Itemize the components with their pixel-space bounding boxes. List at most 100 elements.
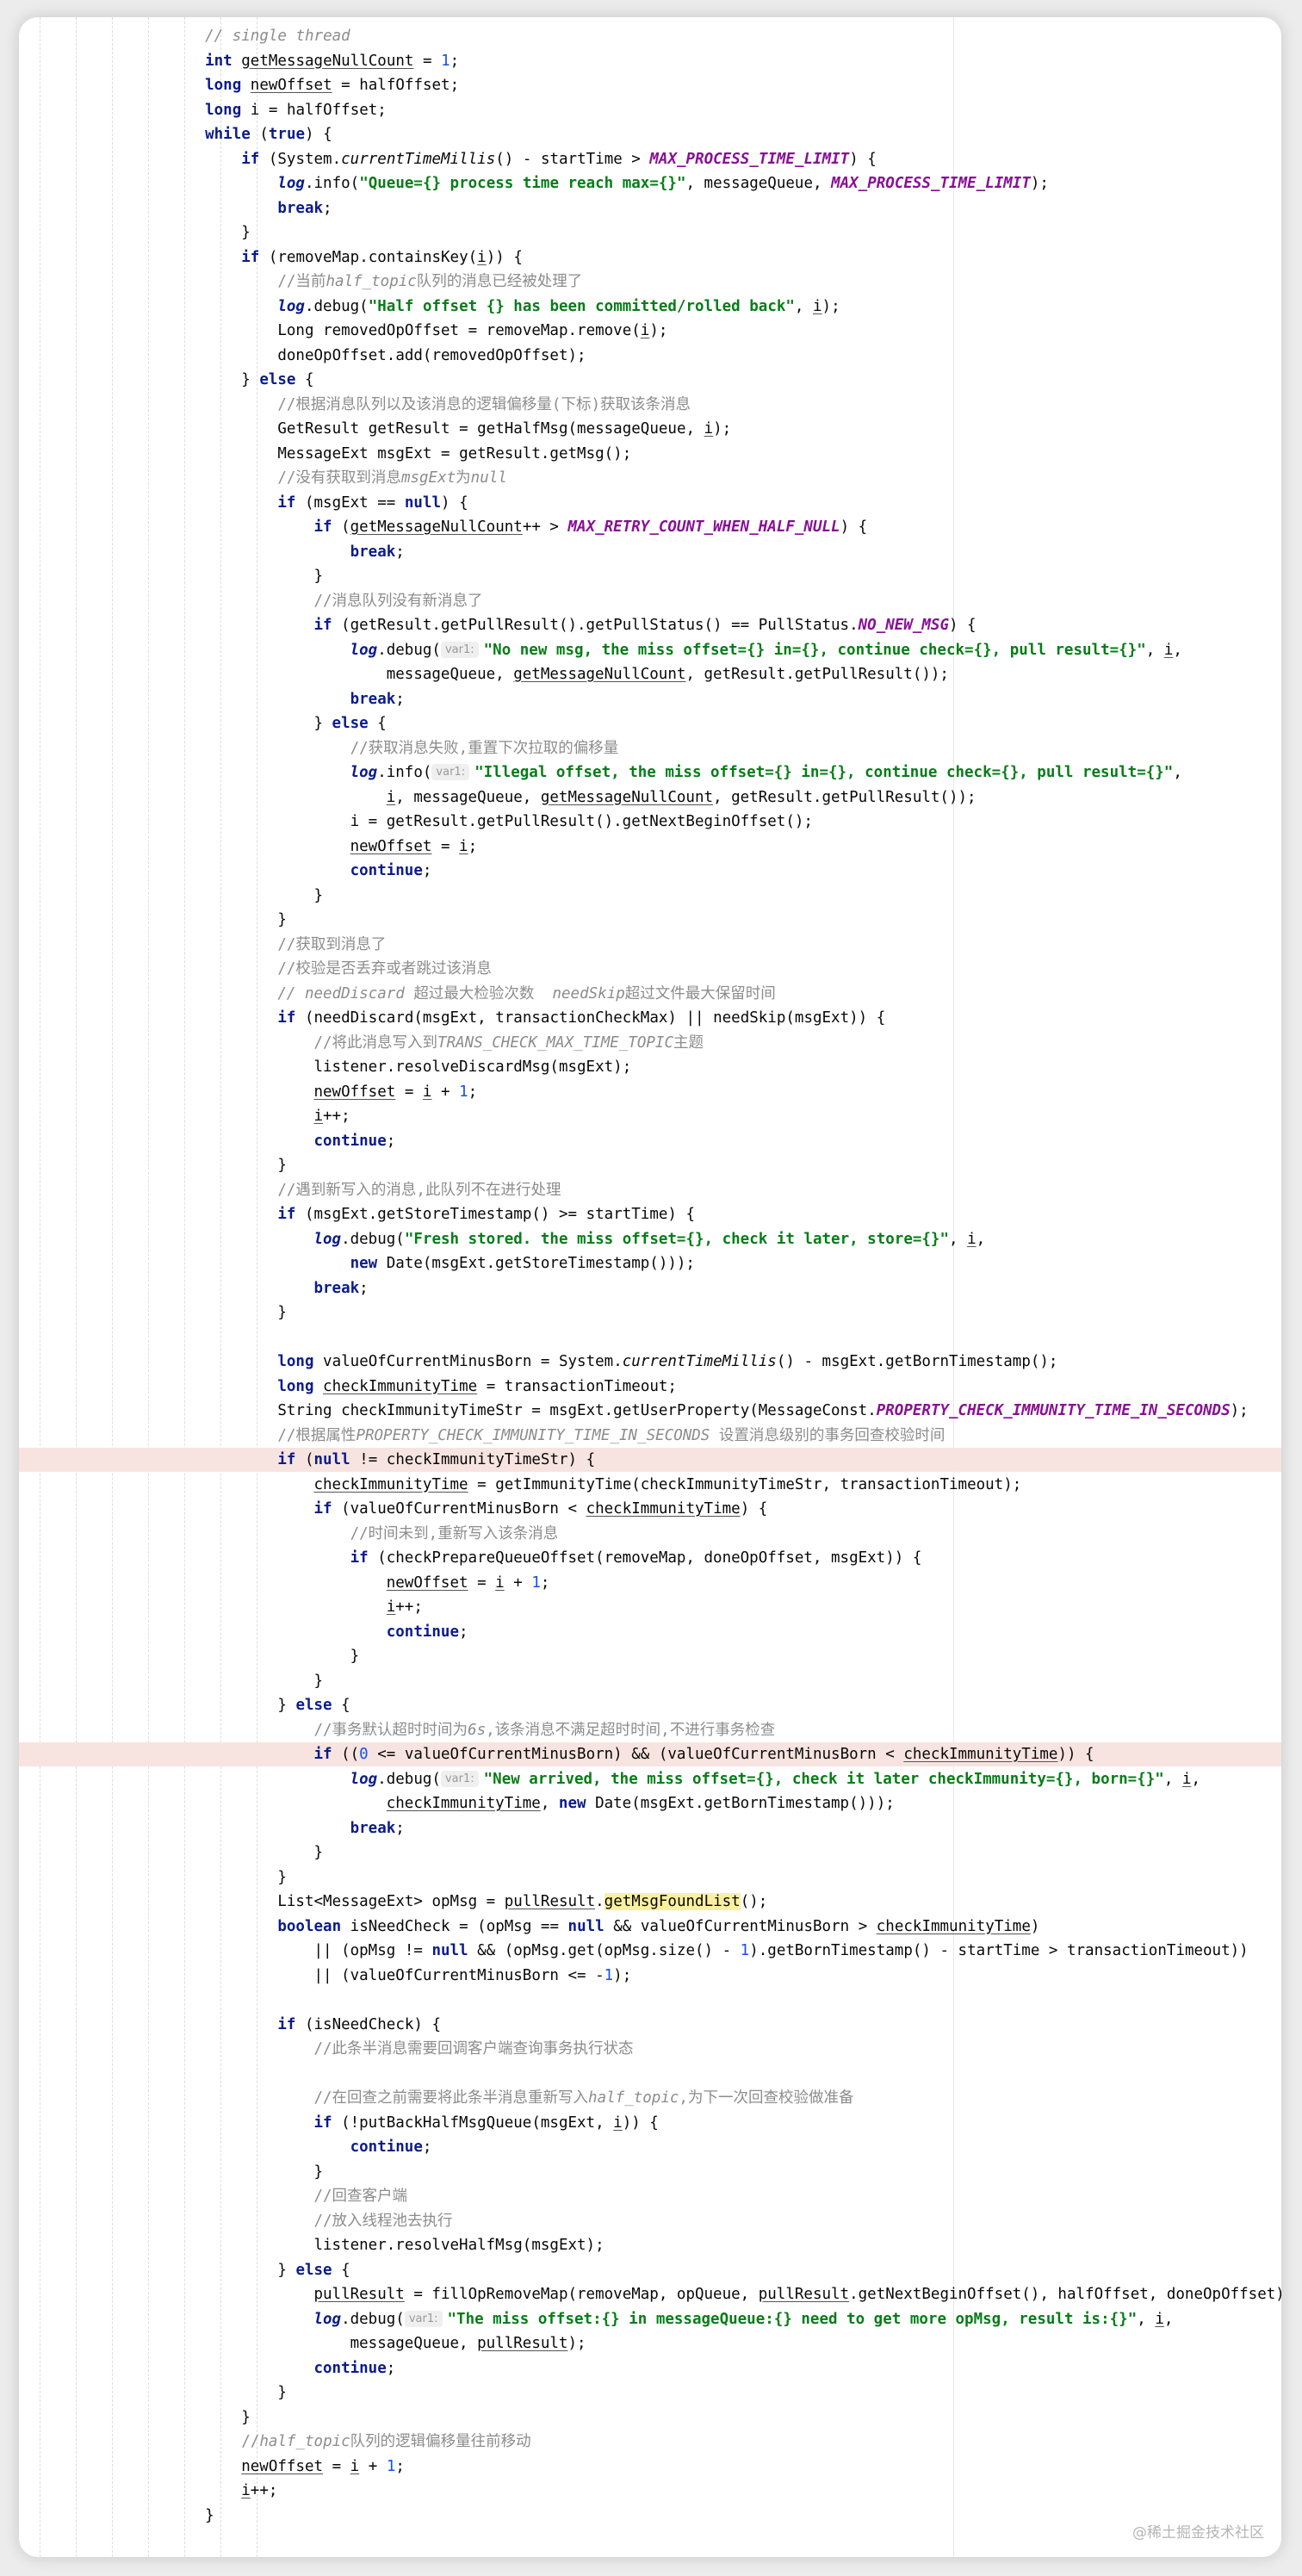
code-line[interactable]: } <box>19 908 1281 933</box>
code-line[interactable]: continue; <box>19 859 1281 884</box>
code-line[interactable]: break; <box>19 1276 1281 1301</box>
code-line[interactable]: boolean isNeedCheck = (opMsg == null && … <box>19 1915 1281 1940</box>
code-line[interactable]: //half_topic队列的逻辑偏移量往前移动 <box>19 2430 1281 2455</box>
code-line[interactable]: GetResult getResult = getHalfMsg(message… <box>19 417 1281 442</box>
code-line[interactable]: } <box>19 564 1281 589</box>
code-line[interactable] <box>19 1988 1281 2013</box>
code-line[interactable]: i, messageQueue, getMessageNullCount, ge… <box>19 785 1281 810</box>
code-line[interactable]: if (getMessageNullCount++ > MAX_RETRY_CO… <box>19 515 1281 540</box>
code-line[interactable]: } else { <box>19 2258 1281 2283</box>
code-line[interactable]: new Date(msgExt.getStoreTimestamp())); <box>19 1251 1281 1276</box>
code-line[interactable]: } <box>19 2160 1281 2185</box>
code-line[interactable]: checkImmunityTime = getImmunityTime(chec… <box>19 1473 1281 1498</box>
code-line[interactable]: //没有获取到消息msgExt为null <box>19 466 1281 491</box>
code-area[interactable]: // single thread int getMessageNullCount … <box>19 24 1281 2528</box>
code-line[interactable]: i = getResult.getPullResult().getNextBeg… <box>19 810 1281 835</box>
code-line[interactable]: if (System.currentTimeMillis() - startTi… <box>19 147 1281 172</box>
code-line[interactable]: while (true) { <box>19 122 1281 147</box>
code-line[interactable]: continue; <box>19 2356 1281 2381</box>
code-line[interactable]: if (needDiscard(msgExt, transactionCheck… <box>19 1006 1281 1031</box>
code-line[interactable]: break; <box>19 540 1281 565</box>
code-line[interactable]: } <box>19 220 1281 245</box>
code-line[interactable] <box>19 2062 1281 2087</box>
code-line[interactable]: continue; <box>19 1620 1281 1645</box>
code-line[interactable]: if (!putBackHalfMsgQueue(msgExt, i)) { <box>19 2111 1281 2136</box>
code-line[interactable]: if ((0 <= valueOfCurrentMinusBorn) && (v… <box>19 1742 1281 1767</box>
code-line[interactable]: if (getResult.getPullResult().getPullSta… <box>19 613 1281 638</box>
code-line[interactable]: List<MessageExt> opMsg = pullResult.getM… <box>19 1890 1281 1915</box>
code-line[interactable]: } <box>19 1644 1281 1669</box>
code-line[interactable]: //消息队列没有新消息了 <box>19 589 1281 614</box>
code-line[interactable]: break; <box>19 687 1281 712</box>
code-line[interactable]: doneOpOffset.add(removedOpOffset); <box>19 344 1281 369</box>
code-line[interactable]: log.debug("Fresh stored. the miss offset… <box>19 1227 1281 1252</box>
code-line[interactable]: } else { <box>19 1693 1281 1718</box>
code-line[interactable]: } <box>19 1865 1281 1890</box>
code-line[interactable]: //获取消息失败,重置下次拉取的偏移量 <box>19 736 1281 761</box>
code-line[interactable]: log.info(var1: "Illegal offset, the miss … <box>19 760 1281 785</box>
code-line[interactable]: if (checkPrepareQueueOffset(removeMap, d… <box>19 1546 1281 1571</box>
code-line[interactable]: } else { <box>19 368 1281 393</box>
code-line[interactable]: long newOffset = halfOffset; <box>19 73 1281 98</box>
code-line[interactable]: i++; <box>19 1104 1281 1129</box>
code-line[interactable]: //事务默认超时时间为6s,该条消息不满足超时时间,不进行事务检查 <box>19 1718 1281 1743</box>
code-line[interactable]: String checkImmunityTimeStr = msgExt.get… <box>19 1399 1281 1424</box>
code-line[interactable]: //回查客户端 <box>19 2184 1281 2209</box>
code-line[interactable]: newOffset = i + 1; <box>19 1080 1281 1105</box>
code-line[interactable]: newOffset = i + 1; <box>19 1571 1281 1596</box>
code-line[interactable]: i++; <box>19 1595 1281 1620</box>
code-line[interactable]: if (null != checkImmunityTimeStr) { <box>19 1448 1281 1473</box>
code-line[interactable]: MessageExt msgExt = getResult.getMsg(); <box>19 442 1281 467</box>
code-line[interactable]: log.debug(var1: "The miss offset:{} in me… <box>19 2307 1281 2332</box>
code-line[interactable]: //根据消息队列以及该消息的逻辑偏移量(下标)获取该条消息 <box>19 393 1281 418</box>
code-line[interactable]: long i = halfOffset; <box>19 98 1281 123</box>
code-line[interactable]: //获取到消息了 <box>19 933 1281 958</box>
code-line[interactable]: messageQueue, pullResult); <box>19 2331 1281 2356</box>
code-line[interactable]: // needDiscard 超过最大检验次数 needSkip超过文件最大保留… <box>19 982 1281 1007</box>
code-line[interactable]: //此条半消息需要回调客户端查询事务执行状态 <box>19 2037 1281 2062</box>
code-line[interactable]: //遇到新写入的消息,此队列不在进行处理 <box>19 1178 1281 1203</box>
code-line[interactable]: if (msgExt.getStoreTimestamp() >= startT… <box>19 1202 1281 1227</box>
code-line[interactable]: log.info("Queue={} process time reach ma… <box>19 171 1281 196</box>
code-line[interactable]: //放入线程池去执行 <box>19 2209 1281 2234</box>
code-line[interactable]: if (msgExt == null) { <box>19 491 1281 516</box>
code-line[interactable]: listener.resolveHalfMsg(msgExt); <box>19 2233 1281 2258</box>
code-line[interactable]: //将此消息写入到TRANS_CHECK_MAX_TIME_TOPIC主题 <box>19 1031 1281 1056</box>
code-line[interactable]: Long removedOpOffset = removeMap.remove(… <box>19 319 1281 344</box>
code-line[interactable]: || (valueOfCurrentMinusBorn <= -1); <box>19 1964 1281 1989</box>
code-line[interactable]: listener.resolveDiscardMsg(msgExt); <box>19 1055 1281 1080</box>
code-line[interactable]: } <box>19 2380 1281 2405</box>
code-line[interactable]: break; <box>19 1816 1281 1841</box>
code-line[interactable]: // single thread <box>19 24 1281 49</box>
code-line[interactable]: messageQueue, getMessageNullCount, getRe… <box>19 662 1281 687</box>
code-line[interactable]: i++; <box>19 2479 1281 2504</box>
code-line[interactable]: pullResult = fillOpRemoveMap(removeMap, … <box>19 2282 1281 2307</box>
code-line[interactable]: //在回查之前需要将此条半消息重新写入half_topic,为下一次回查校验做准… <box>19 2086 1281 2111</box>
code-line[interactable]: } <box>19 1840 1281 1865</box>
code-line[interactable]: long valueOfCurrentMinusBorn = System.cu… <box>19 1350 1281 1375</box>
code-line[interactable]: if (isNeedCheck) { <box>19 2013 1281 2038</box>
code-line[interactable]: //校验是否丢弃或者跳过该消息 <box>19 957 1281 982</box>
code-line[interactable]: } <box>19 1669 1281 1694</box>
code-line[interactable]: if (removeMap.containsKey(i)) { <box>19 245 1281 270</box>
code-line[interactable]: } <box>19 2504 1281 2529</box>
code-line[interactable]: } <box>19 2405 1281 2430</box>
code-line[interactable]: || (opMsg != null && (opMsg.get(opMsg.si… <box>19 1939 1281 1964</box>
code-line[interactable]: //当前half_topic队列的消息已经被处理了 <box>19 270 1281 295</box>
code-editor[interactable]: // single thread int getMessageNullCount … <box>19 17 1281 2557</box>
code-line[interactable]: int getMessageNullCount = 1; <box>19 49 1281 74</box>
code-line[interactable]: log.debug("Half offset {} has been commi… <box>19 295 1281 320</box>
code-line[interactable]: if (valueOfCurrentMinusBorn < checkImmun… <box>19 1497 1281 1522</box>
code-line[interactable]: newOffset = i + 1; <box>19 2455 1281 2480</box>
code-line[interactable]: //根据属性PROPERTY_CHECK_IMMUNITY_TIME_IN_SE… <box>19 1424 1281 1449</box>
code-line[interactable]: newOffset = i; <box>19 835 1281 860</box>
code-line[interactable]: } else { <box>19 711 1281 736</box>
code-line[interactable]: continue; <box>19 1129 1281 1154</box>
code-line[interactable]: } <box>19 1153 1281 1178</box>
code-line[interactable]: //时间未到,重新写入该条消息 <box>19 1522 1281 1547</box>
code-line[interactable]: log.debug(var1: "No new msg, the miss off… <box>19 638 1281 663</box>
code-line[interactable]: checkImmunityTime, new Date(msgExt.getBo… <box>19 1791 1281 1816</box>
code-line[interactable]: continue; <box>19 2135 1281 2160</box>
code-line[interactable]: log.debug(var1: "New arrived, the miss of… <box>19 1767 1281 1792</box>
code-line[interactable]: } <box>19 1300 1281 1325</box>
